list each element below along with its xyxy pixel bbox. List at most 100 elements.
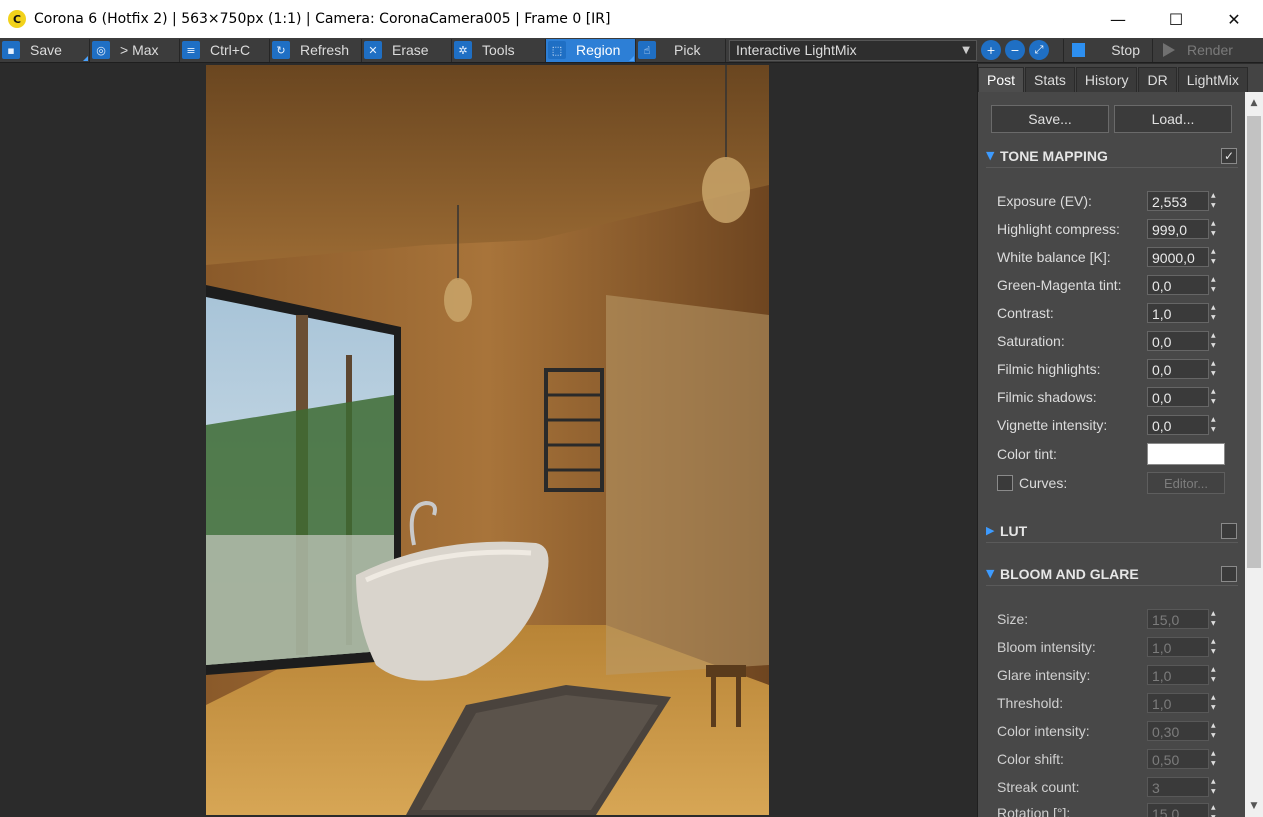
spinner-arrows-icon[interactable]: ▲▼	[1211, 803, 1221, 817]
erase-button[interactable]: ✕ Erase	[362, 38, 452, 62]
white-balance-input[interactable]: 9000,0	[1147, 247, 1209, 267]
pick-button[interactable]: ☝ Pick	[636, 38, 726, 62]
dropdown-corner-icon	[629, 55, 634, 61]
expand-triangle-icon: ▼	[986, 567, 995, 580]
saturation-input[interactable]: 0,0	[1147, 331, 1209, 351]
zoom-in-icon[interactable]: +	[981, 40, 1001, 60]
bloom-glare-header[interactable]: ▼ BLOOM AND GLARE	[986, 562, 1238, 586]
expand-triangle-icon: ▼	[986, 149, 995, 162]
maximize-button[interactable]: ☐	[1147, 0, 1205, 38]
scroll-down-icon[interactable]: ▼	[1245, 797, 1263, 815]
erase-x-icon: ✕	[364, 41, 382, 59]
tab-dr[interactable]: DR	[1138, 67, 1177, 92]
color-tint-swatch[interactable]	[1147, 443, 1225, 465]
render-image	[206, 65, 769, 815]
to-max-button[interactable]: ◎ > Max	[90, 38, 180, 62]
post-panel: Post Stats History DR LightMix Save... L…	[977, 64, 1263, 817]
spinner-arrows-icon[interactable]: ▲▼	[1211, 721, 1221, 741]
tools-button[interactable]: ✲ Tools	[452, 38, 546, 62]
load-preset-button[interactable]: Load...	[1114, 105, 1232, 133]
close-button[interactable]: ✕	[1205, 0, 1263, 38]
spinner-arrows-icon[interactable]: ▲▼	[1211, 415, 1221, 435]
refresh-icon: ↻	[272, 41, 290, 59]
spinner-arrows-icon[interactable]: ▲▼	[1211, 191, 1221, 211]
streak-count-input[interactable]: 3	[1147, 777, 1209, 797]
exposure-input[interactable]: 2,553	[1147, 191, 1209, 211]
collapse-triangle-icon: ▶	[986, 524, 995, 537]
clipboard-icon: ≡	[182, 41, 200, 59]
spinner-arrows-icon[interactable]: ▲▼	[1211, 777, 1221, 797]
threshold-input[interactable]: 1,0	[1147, 693, 1209, 713]
dropdown-corner-icon	[83, 55, 88, 61]
color-tint-row: Color tint:	[997, 443, 1237, 465]
vignette-input[interactable]: 0,0	[1147, 415, 1209, 435]
tab-stats[interactable]: Stats	[1025, 67, 1075, 92]
save-preset-button[interactable]: Save...	[991, 105, 1109, 133]
color-intensity-input[interactable]: 0,30	[1147, 721, 1209, 741]
color-shift-row: Color shift: 0,50 ▲ ▼	[997, 748, 1237, 770]
filmic-shadows-input[interactable]: 0,0	[1147, 387, 1209, 407]
spinner-arrows-icon[interactable]: ▲▼	[1211, 637, 1221, 657]
spinner-arrows-icon[interactable]: ▲▼	[1211, 331, 1221, 351]
curves-row: Curves: Editor...	[997, 472, 1237, 494]
tone-mapping-checkbox[interactable]: ✓	[1221, 148, 1237, 164]
spinner-arrows-icon[interactable]: ▲▼	[1211, 359, 1221, 379]
save-button[interactable]: ▪ Save	[0, 38, 90, 62]
green-magenta-input[interactable]: 0,0	[1147, 275, 1209, 295]
mode-select[interactable]: Interactive LightMix ▼	[729, 39, 977, 61]
contrast-input[interactable]: 1,0	[1147, 303, 1209, 323]
glare-intensity-row: Glare intensity: 1,0 ▲ ▼	[997, 664, 1237, 686]
lut-checkbox[interactable]	[1221, 523, 1237, 539]
corona-app-icon: C	[8, 10, 26, 28]
curves-editor-button[interactable]: Editor...	[1147, 472, 1225, 494]
region-button[interactable]: ⬚ Region	[546, 38, 636, 62]
stop-icon	[1072, 43, 1086, 57]
spinner-arrows-icon[interactable]: ▲▼	[1211, 247, 1221, 267]
highlight-compress-input[interactable]: 999,0	[1147, 219, 1209, 239]
bloom-glare-checkbox[interactable]	[1221, 566, 1237, 582]
bloom-intensity-row: Bloom intensity: 1,0 ▲ ▼	[997, 636, 1237, 658]
tab-post[interactable]: Post	[978, 67, 1025, 92]
spinner-arrows-icon[interactable]: ▲▼	[1211, 387, 1221, 407]
chevron-down-icon: ▼	[962, 44, 970, 56]
exposure-row: Exposure (EV): 2,553 ▲ ▼	[997, 190, 1237, 212]
tab-lightmix[interactable]: LightMix	[1177, 67, 1248, 92]
spinner-arrows-icon[interactable]: ▲▼	[1211, 749, 1221, 769]
window-controls: — ☐ ✕	[1089, 0, 1263, 38]
color-shift-input[interactable]: 0,50	[1147, 749, 1209, 769]
filmic-highlights-input[interactable]: 0,0	[1147, 359, 1209, 379]
refresh-button[interactable]: ↻ Refresh	[270, 38, 362, 62]
gear-icon: ✲	[454, 41, 472, 59]
bloom-size-input[interactable]: 15,0	[1147, 609, 1209, 629]
render-viewport[interactable]	[0, 64, 977, 817]
render-button[interactable]: Render	[1153, 39, 1239, 62]
panel-scrollbar[interactable]: ▲ ▼	[1245, 92, 1263, 817]
spinner-arrows-icon[interactable]: ▲▼	[1211, 609, 1221, 629]
lut-header[interactable]: ▶ LUT	[986, 519, 1238, 543]
threshold-row: Threshold: 1,0 ▲ ▼	[997, 692, 1237, 714]
region-select-icon: ⬚	[548, 41, 566, 59]
spinner-arrows-icon[interactable]: ▲▼	[1211, 693, 1221, 713]
scroll-thumb[interactable]	[1247, 116, 1261, 568]
curves-checkbox[interactable]	[997, 475, 1013, 491]
spinner-arrows-icon[interactable]: ▲▼	[1211, 275, 1221, 295]
zoom-fit-icon[interactable]: ⤢	[1029, 40, 1049, 60]
copy-button[interactable]: ≡ Ctrl+C	[180, 38, 270, 62]
zoom-out-icon[interactable]: −	[1005, 40, 1025, 60]
glare-intensity-input[interactable]: 1,0	[1147, 665, 1209, 685]
spinner-arrows-icon[interactable]: ▲▼	[1211, 665, 1221, 685]
bloom-intensity-input[interactable]: 1,0	[1147, 637, 1209, 657]
spinner-arrows-icon[interactable]: ▲▼	[1211, 303, 1221, 323]
vfb-toolbar: ▪ Save ◎ > Max ≡ Ctrl+C ↻ Refresh ✕ Eras…	[0, 38, 1263, 63]
minimize-button[interactable]: —	[1089, 0, 1147, 38]
rotation-row: Rotation [°]: 15,0 ▲▼	[997, 802, 1237, 817]
stop-button[interactable]: Stop	[1063, 38, 1153, 62]
scroll-up-icon[interactable]: ▲	[1245, 94, 1263, 112]
tone-mapping-header[interactable]: ▼ TONE MAPPING	[986, 144, 1238, 168]
tab-history[interactable]: History	[1075, 67, 1138, 92]
rotation-input[interactable]: 15,0	[1147, 803, 1209, 817]
filmic-highlights-row: Filmic highlights: 0,0 ▲ ▼	[997, 358, 1237, 380]
title-bar: C Corona 6 (Hotfix 2) | 563×750px (1:1) …	[0, 0, 1263, 38]
checkmark-icon: ✓	[1223, 149, 1235, 163]
spinner-arrows-icon[interactable]: ▲▼	[1211, 219, 1221, 239]
